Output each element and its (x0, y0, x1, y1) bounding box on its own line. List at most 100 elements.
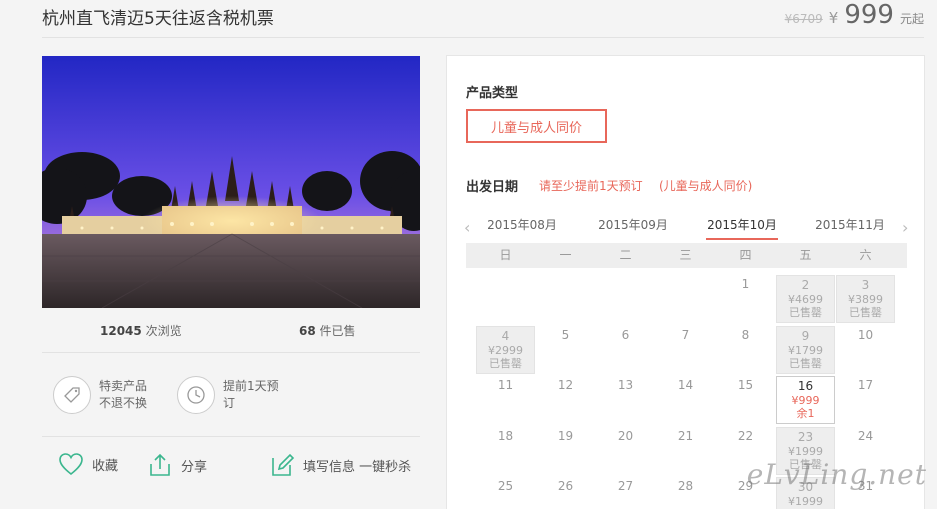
day-price: ¥2999 (488, 344, 523, 357)
price-unit: 元起 (899, 12, 924, 26)
views-stat: 12045 次浏览 (100, 322, 182, 339)
day-number: 9 (801, 329, 810, 343)
features-divider (42, 436, 420, 437)
day-number: 15 (737, 378, 754, 392)
calendar-day: 19 (536, 427, 595, 475)
calendar-day: 18 (476, 427, 535, 475)
departure-date-label: 出发日期 (466, 180, 519, 195)
calendar-day: 13 (596, 376, 655, 424)
day-number: 1 (741, 277, 750, 291)
product-title: 杭州直飞清迈5天往返含税机票 (42, 9, 274, 29)
day-number: 2 (801, 278, 810, 292)
weekday-header: 日一二三四五六 (466, 243, 907, 268)
day-number: 22 (737, 429, 754, 443)
fill-info-button[interactable]: 填写信息 一键秒杀 (269, 452, 411, 478)
calendar-day: 27 (596, 477, 655, 509)
feature-label-line2: 订 (223, 396, 236, 410)
calendar-day: 5 (536, 326, 595, 374)
favorite-button[interactable]: 收藏 (58, 452, 118, 476)
feature-label-line1: 提前1天预 (223, 379, 279, 393)
day-price: ¥1999 (788, 495, 823, 508)
fill-info-label: 填写信息 一键秒杀 (303, 459, 412, 475)
calendar-day: 4 ¥2999 已售罄 (476, 326, 535, 374)
day-number: 16 (797, 379, 814, 393)
calendar-day: 12 (536, 376, 595, 424)
views-count: 12045 (100, 324, 142, 338)
day-number: 19 (557, 429, 574, 443)
feature-label-line1: 特卖产品 (99, 379, 148, 393)
calendar-day: 15 (716, 376, 775, 424)
day-status: 已售罄 (789, 306, 822, 319)
day-number: 13 (617, 378, 634, 392)
price-block: ¥6709 ¥ 999 元起 (785, 0, 924, 30)
stats-divider (42, 352, 420, 353)
tab-month[interactable]: 2015年08月 (486, 216, 558, 240)
day-price: ¥3899 (848, 293, 883, 306)
clock-icon (177, 376, 215, 414)
weekday-label: 六 (859, 248, 872, 262)
day-number: 26 (557, 479, 574, 493)
day-number: 10 (857, 328, 874, 342)
weekday-label: 五 (799, 248, 812, 262)
day-number: 28 (677, 479, 694, 493)
weekday-label: 二 (619, 248, 632, 262)
original-price: ¥6709 (784, 12, 823, 26)
day-number: 27 (617, 479, 634, 493)
calendar-day: 20 (596, 427, 655, 475)
day-number: 11 (497, 378, 514, 392)
day-price: ¥4699 (788, 293, 823, 306)
share-button[interactable]: 分享 (147, 452, 207, 478)
booking-note: 请至少提前1天预订 (539, 179, 643, 193)
day-status: 已售罄 (489, 357, 522, 370)
day-number: 18 (497, 429, 514, 443)
weekday-label: 四 (739, 248, 752, 262)
feature-advance-booking: 提前1天预 订 (177, 376, 279, 414)
price-note: (儿童与成人同价) (659, 179, 753, 193)
chevron-left-icon[interactable]: ‹ (464, 218, 470, 237)
calendar-day: 9 ¥1799 已售罄 (776, 326, 835, 374)
calendar-day: 14 (656, 376, 715, 424)
calendar-day[interactable]: 16 ¥999 余1 (776, 376, 835, 424)
day-number: 23 (797, 430, 814, 444)
watermark: eLvLing.net (746, 458, 927, 491)
product-photo (42, 56, 420, 308)
currency-symbol: ¥ (828, 9, 839, 27)
day-status: 已售罄 (849, 306, 882, 319)
day-number: 14 (677, 378, 694, 392)
sold-stat: 68 件已售 (299, 322, 356, 339)
calendar-day: 11 (476, 376, 535, 424)
weekday-label: 三 (679, 248, 692, 262)
share-icon (150, 453, 170, 476)
calendar-day: 21 (656, 427, 715, 475)
edit-icon (272, 453, 295, 476)
day-number: 6 (621, 328, 630, 342)
calendar-day: 17 (836, 376, 895, 424)
product-type-option[interactable]: 儿童与成人同价 (466, 109, 607, 143)
feature-no-refund: 特卖产品 不退不换 (53, 376, 147, 414)
calendar-day: 25 (476, 477, 535, 509)
views-label: 次浏览 (145, 324, 182, 338)
tab-month[interactable]: 2015年09月 (597, 216, 669, 240)
day-number: 20 (617, 429, 634, 443)
day-status: 已售罄 (789, 357, 822, 370)
calendar-day: 28 (656, 477, 715, 509)
sold-label: 件已售 (319, 324, 356, 338)
day-number: 5 (561, 328, 570, 342)
calendar-day: 26 (536, 477, 595, 509)
calendar-day: 2 ¥4699 已售罄 (776, 275, 835, 323)
share-label: 分享 (181, 459, 208, 475)
tab-month[interactable]: 2015年11月 (814, 216, 886, 240)
current-price: 999 (844, 0, 894, 30)
day-number: 7 (681, 328, 690, 342)
day-number: 8 (741, 328, 750, 342)
day-price: ¥1799 (788, 344, 823, 357)
day-number: 25 (497, 479, 514, 493)
tab-month-active[interactable]: 2015年10月 (706, 216, 778, 240)
day-number: 17 (857, 378, 874, 392)
calendar-day: 8 (716, 326, 775, 374)
chevron-right-icon[interactable]: › (902, 218, 908, 237)
calendar-day: 3 ¥3899 已售罄 (836, 275, 895, 323)
day-number: 4 (501, 329, 510, 343)
heart-icon (59, 453, 83, 476)
day-price: ¥999 (791, 394, 820, 407)
